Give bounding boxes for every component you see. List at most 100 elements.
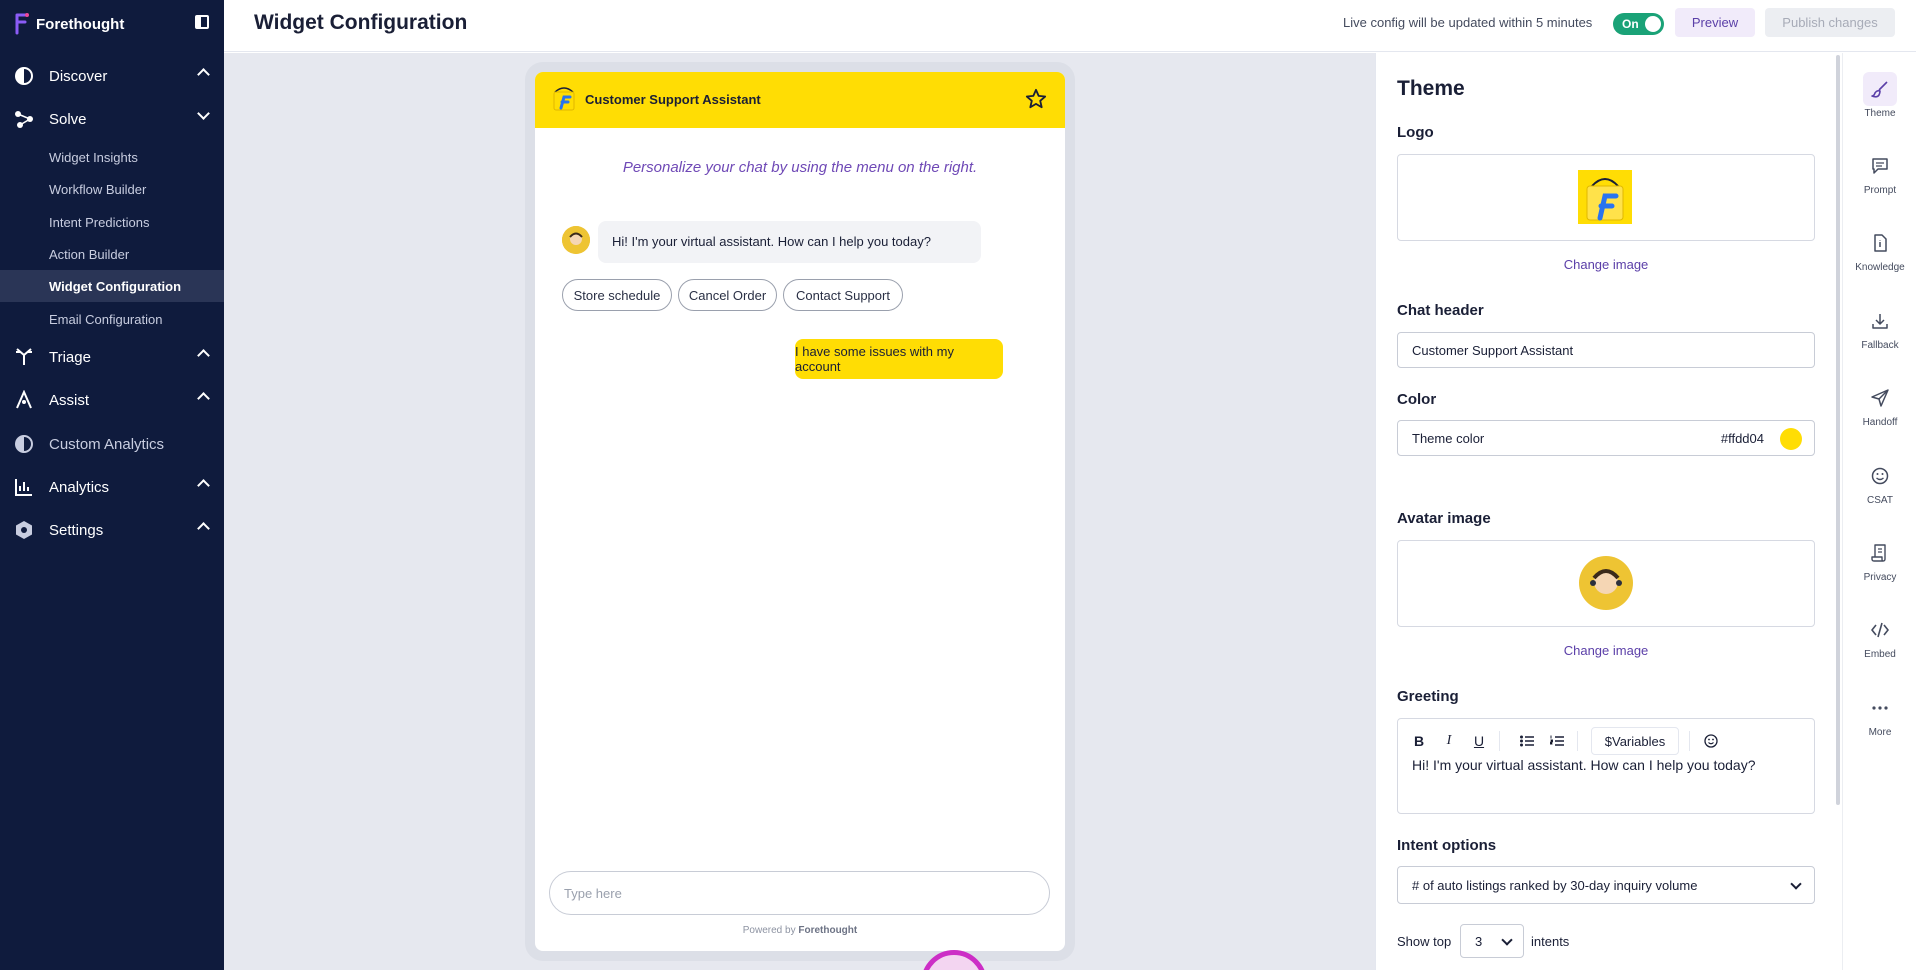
panel-title: Theme	[1397, 77, 1465, 100]
theme-color-field[interactable]: Theme color #ffdd04	[1397, 420, 1815, 456]
chevron-up-icon	[197, 479, 210, 492]
csat-icon	[1863, 459, 1897, 493]
star-icon[interactable]	[1025, 88, 1047, 110]
nav-settings[interactable]: Settings	[0, 512, 224, 548]
chat-header-input[interactable]: Customer Support Assistant	[1397, 332, 1815, 368]
nav-triage[interactable]: Triage	[0, 339, 224, 375]
quick-reply-store-schedule[interactable]: Store schedule	[562, 279, 672, 311]
widget-header-title: Customer Support Assistant	[585, 92, 761, 107]
nav-label: Assist	[49, 391, 90, 409]
color-label: Color	[1397, 391, 1437, 408]
rail-fallback[interactable]: Fallback	[1843, 304, 1916, 368]
bold-icon[interactable]: B	[1409, 731, 1429, 751]
theme-panel: Theme Logo Change image Chat header Cust…	[1375, 53, 1834, 970]
rail-label: Theme	[1864, 108, 1896, 119]
sidebar: Forethought Discover Solve Widget Insigh…	[0, 0, 224, 970]
panel-scrollbar[interactable]	[1836, 55, 1840, 805]
show-top-value: 3	[1475, 933, 1483, 949]
rail-label: Fallback	[1861, 340, 1899, 351]
publish-changes-button[interactable]: Publish changes	[1765, 8, 1895, 37]
quick-reply-contact-support[interactable]: Contact Support	[783, 279, 903, 311]
nav-analytics[interactable]: Analytics	[0, 469, 224, 505]
nav-solve[interactable]: Solve	[0, 101, 224, 137]
greeting-editor[interactable]: B I U $Variables Hi! I'm your virtual as…	[1397, 718, 1815, 814]
rail-theme[interactable]: Theme	[1843, 72, 1916, 136]
rail-label: More	[1868, 727, 1892, 738]
page-title: Widget Configuration	[254, 11, 468, 34]
theme-color-value: #ffdd04	[1720, 431, 1764, 446]
privacy-icon	[1863, 536, 1897, 570]
nav-assist[interactable]: Assist	[0, 382, 224, 418]
rail-csat[interactable]: CSAT	[1843, 459, 1916, 523]
embed-icon	[1863, 613, 1897, 647]
powered-by: Powered by Forethought	[535, 925, 1065, 936]
nav-custom-analytics[interactable]: Custom Analytics	[0, 426, 224, 462]
nav-label: Settings	[49, 521, 104, 539]
emoji-icon[interactable]	[1701, 731, 1721, 751]
rail-embed[interactable]: Embed	[1843, 613, 1916, 677]
greeting-label: Greeting	[1397, 688, 1459, 705]
show-top-label: Show top	[1397, 934, 1452, 949]
widget-header: Customer Support Assistant	[535, 72, 1065, 128]
config-rail: Theme Prompt Knowledge Fallback Handoff …	[1842, 53, 1916, 970]
collapse-sidebar-icon[interactable]	[195, 15, 209, 29]
rail-knowledge[interactable]: Knowledge	[1843, 226, 1916, 290]
rail-privacy[interactable]: Privacy	[1843, 536, 1916, 600]
logo-label: Logo	[1397, 124, 1434, 141]
settings-icon	[14, 520, 34, 540]
sidebar-item-workflow-builder[interactable]: Workflow Builder	[0, 173, 224, 205]
sidebar-item-action-builder[interactable]: Action Builder	[0, 238, 224, 270]
sidebar-item-email-configuration[interactable]: Email Configuration	[0, 303, 224, 335]
logo-preview-box	[1397, 154, 1815, 241]
rail-label: Prompt	[1863, 185, 1897, 196]
live-toggle[interactable]: On	[1613, 13, 1664, 35]
chevron-up-icon	[197, 68, 210, 81]
chevron-up-icon	[197, 349, 210, 362]
personalize-hint: Personalize your chat by using the menu …	[622, 159, 978, 176]
variables-button[interactable]: $Variables	[1591, 727, 1679, 755]
brand[interactable]: Forethought	[14, 12, 124, 36]
change-logo-link[interactable]: Change image	[1397, 257, 1815, 272]
color-swatch[interactable]	[1780, 428, 1802, 450]
show-top-select[interactable]: 3	[1460, 924, 1524, 958]
brand-name: Forethought	[36, 15, 125, 33]
sidebar-item-widget-configuration[interactable]: Widget Configuration	[0, 270, 224, 302]
chevron-down-icon	[1501, 934, 1513, 946]
forethought-logo-icon	[15, 13, 29, 35]
live-config-note: Live config will be updated within 5 min…	[1343, 15, 1593, 30]
greeting-text[interactable]: Hi! I'm your virtual assistant. How can …	[1412, 757, 1756, 773]
rail-handoff[interactable]: Handoff	[1843, 381, 1916, 445]
brush-icon	[1863, 72, 1897, 106]
chevron-down-icon	[1790, 878, 1802, 890]
bullet-list-icon[interactable]	[1517, 731, 1537, 751]
custom-analytics-icon	[14, 434, 34, 454]
powered-by-label: Powered by	[742, 925, 796, 936]
widget-launcher-button[interactable]	[921, 950, 987, 970]
nav-label: Triage	[49, 348, 91, 366]
numbered-list-icon[interactable]	[1547, 731, 1567, 751]
italic-icon[interactable]: I	[1439, 731, 1459, 751]
sidebar-item-intent-predictions[interactable]: Intent Predictions	[0, 206, 224, 238]
user-message: I have some issues with my account	[795, 339, 1003, 379]
sidebar-item-widget-insights[interactable]: Widget Insights	[0, 141, 224, 173]
avatar-image	[1579, 556, 1633, 610]
underline-icon[interactable]: U	[1469, 731, 1489, 751]
toolbar-divider	[1577, 731, 1578, 751]
rail-label: CSAT	[1867, 495, 1893, 506]
quick-reply-cancel-order[interactable]: Cancel Order	[678, 279, 777, 311]
bot-message: Hi! I'm your virtual assistant. How can …	[598, 221, 981, 263]
top-bar: Widget Configuration Live config will be…	[224, 0, 1916, 52]
preview-button[interactable]: Preview	[1675, 8, 1755, 37]
chevron-up-icon	[197, 522, 210, 535]
handoff-icon	[1863, 381, 1897, 415]
nav-discover[interactable]: Discover	[0, 58, 224, 94]
intent-options-select[interactable]: # of auto listings ranked by 30-day inqu…	[1397, 866, 1815, 904]
rail-more[interactable]: More	[1843, 691, 1916, 755]
chevron-up-icon	[197, 392, 210, 405]
chat-input[interactable]: Type here	[549, 871, 1050, 915]
nav-label: Solve	[49, 110, 87, 128]
rail-label: Privacy	[1863, 572, 1897, 583]
prompt-icon	[1863, 149, 1897, 183]
change-avatar-link[interactable]: Change image	[1397, 643, 1815, 658]
rail-prompt[interactable]: Prompt	[1843, 149, 1916, 213]
